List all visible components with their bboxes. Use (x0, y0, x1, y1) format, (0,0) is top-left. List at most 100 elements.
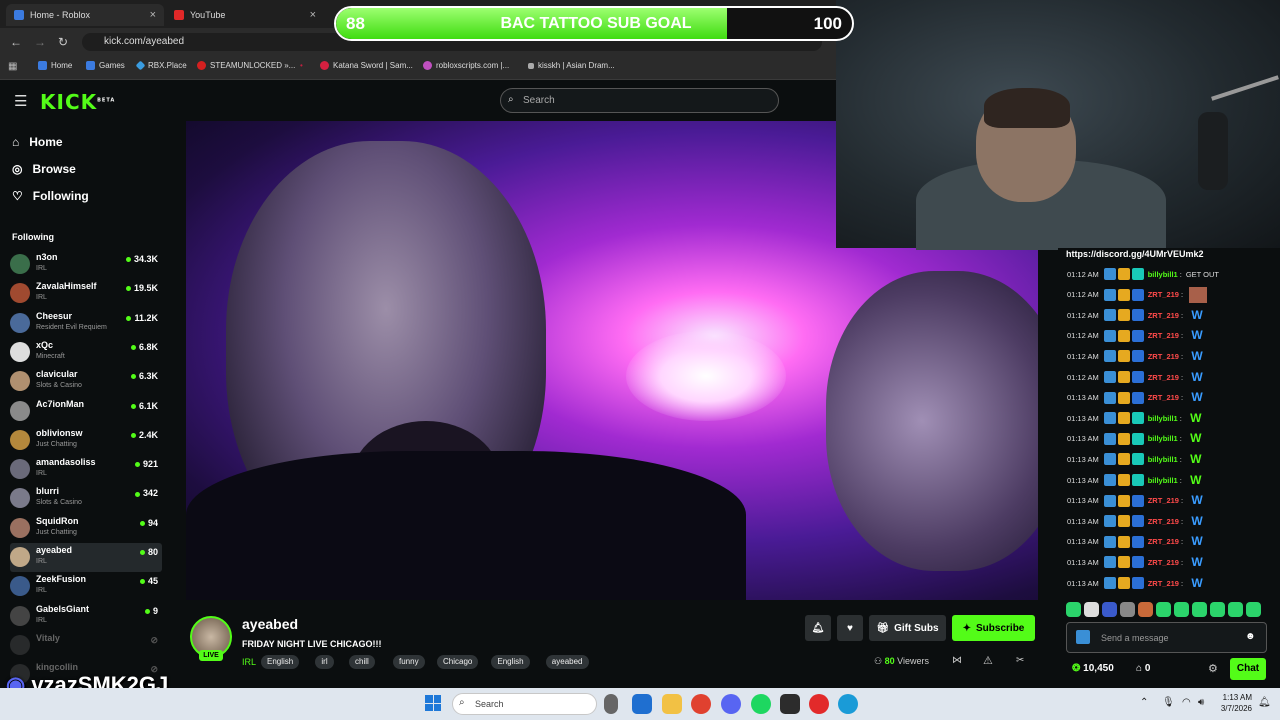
chat-username[interactable]: ZRT_219 (1148, 373, 1179, 382)
tray-chevron-icon[interactable]: ⌃ (1140, 697, 1148, 708)
chat-message[interactable]: 01:12 AM ZRT_219: W (1067, 326, 1205, 346)
chat-message[interactable]: 01:13 AM ZRT_219: W (1067, 532, 1205, 552)
taskbar-search-input[interactable]: Search (452, 693, 597, 715)
sidebar-following-item[interactable]: clavicular Slots & Casino 6.3K (10, 367, 162, 396)
emote-icon[interactable] (1102, 602, 1117, 617)
emote-icon[interactable] (1084, 602, 1099, 617)
chat-send-button[interactable]: Chat (1230, 658, 1266, 680)
stream-tag[interactable]: ayeabed (545, 655, 589, 669)
spotify-icon[interactable] (751, 694, 771, 714)
chat-username[interactable]: ZRT_219 (1148, 352, 1179, 361)
chat-message[interactable]: 01:12 AM ZRT_219: W (1067, 305, 1205, 325)
tab-roblox[interactable]: Home - Roblox × (6, 4, 164, 26)
reload-icon[interactable]: ↻ (58, 35, 68, 49)
sidebar-following-item[interactable]: n3on IRL 34.3K (10, 250, 162, 279)
bookmark-kisskh[interactable]: kisskh | Asian Dram... (528, 61, 615, 70)
chat-username[interactable]: billybill1 (1148, 434, 1178, 443)
stream-category[interactable]: IRL (242, 657, 256, 667)
sidebar-following-item[interactable]: oblivionsw Just Chatting 2.4K (10, 426, 162, 455)
stream-tag[interactable]: English (491, 655, 530, 669)
gift-subs-button[interactable]: 🎁︎ Gift Subs (869, 615, 946, 641)
sidebar-following-item[interactable]: ayeabed IRL 80 (10, 543, 162, 572)
sidebar-following-item[interactable]: amandasoliss IRL 921 (10, 455, 162, 484)
chat-username[interactable]: ZRT_219 (1148, 579, 1179, 588)
chat-message[interactable]: 01:12 AM ZRT_219: W (1067, 346, 1205, 366)
chat-username[interactable]: ZRT_219 (1148, 311, 1179, 320)
emote-icon[interactable] (1210, 602, 1225, 617)
bookmark-home[interactable]: Home (38, 61, 72, 70)
channel-points[interactable]: ❂ 10,450 (1072, 663, 1114, 674)
chat-username[interactable]: ZRT_219 (1148, 393, 1179, 402)
bookmark-katana[interactable]: Katana Sword | Sam... (320, 61, 413, 70)
channel-name[interactable]: ayeabed (242, 616, 298, 632)
chat-message[interactable]: 01:13 AM ZRT_219: W (1067, 552, 1205, 572)
close-tab-icon[interactable]: × (310, 9, 316, 21)
bookmark-robloxscripts[interactable]: robloxscripts.com |... (423, 61, 509, 70)
emote-icon[interactable] (1174, 602, 1189, 617)
clip-icon[interactable]: ✂ (1016, 655, 1024, 666)
chat-message[interactable]: 01:13 AM billybill1: W (1067, 449, 1204, 469)
emote-icon[interactable] (1066, 602, 1081, 617)
chat-username[interactable]: billybill1 (1148, 455, 1178, 464)
chat-message[interactable]: 01:13 AM ZRT_219: W (1067, 573, 1205, 593)
chat-message[interactable]: 01:13 AM ZRT_219: W (1067, 491, 1205, 511)
chrome-icon[interactable] (691, 694, 711, 714)
sidebar-following-item[interactable]: xQc Minecraft 6.8K (10, 338, 162, 367)
emoji-picker-icon[interactable]: ☻ (1245, 631, 1256, 642)
sidebar-following-item[interactable]: ZavalaHimself IRL 19.5K (10, 279, 162, 308)
chat-settings-gear-icon[interactable]: ⚙ (1208, 662, 1218, 675)
sidebar-following-item[interactable]: Vitaly ⊘ (10, 631, 162, 660)
chat-username[interactable]: ZRT_219 (1148, 537, 1179, 546)
mouse-app-icon[interactable] (604, 694, 618, 714)
sidebar-following-item[interactable]: ZeekFusion IRL 45 (10, 572, 162, 601)
notification-bell-button[interactable]: 🔔︎ (805, 615, 831, 641)
app-icon[interactable] (780, 694, 800, 714)
tab-youtube[interactable]: YouTube × (166, 4, 324, 26)
chat-username[interactable]: ZRT_219 (1148, 496, 1179, 505)
widgets-icon[interactable] (632, 694, 652, 714)
wifi-icon[interactable]: ◠ (1182, 697, 1191, 708)
kick-search-input[interactable]: Search (500, 88, 779, 113)
emote-icon[interactable] (1156, 602, 1171, 617)
stream-tag[interactable]: irl (315, 655, 334, 669)
kick-logo[interactable]: KICKBETA (40, 90, 115, 114)
emote-icon[interactable] (1246, 602, 1261, 617)
stream-tag[interactable]: English (261, 655, 300, 669)
secondary-points[interactable]: ⌂ 0 (1136, 663, 1150, 674)
notification-icon[interactable]: 🔔︎ (1258, 697, 1271, 708)
close-tab-icon[interactable]: × (150, 9, 156, 21)
pinned-discord-link[interactable]: https://discord.gg/4UMrVEUmk2 (1066, 249, 1204, 259)
share-icon[interactable]: ⋈ (952, 655, 962, 666)
emote-icon[interactable] (1228, 602, 1243, 617)
sidebar-nav-home[interactable]: ⌂ Home (12, 135, 63, 149)
windows-start-icon[interactable] (425, 695, 441, 711)
emote-icon[interactable] (1192, 602, 1207, 617)
bookmark-steamunlocked[interactable]: STEAMUNLOCKED »... (197, 61, 295, 70)
chat-username[interactable]: billybill1 (1148, 270, 1178, 279)
chat-username[interactable]: billybill1 (1148, 476, 1178, 485)
taskbar-clock[interactable]: 1:13 AM 3/7/2026 (1216, 692, 1252, 714)
stream-tag[interactable]: Chicago (437, 655, 479, 669)
chat-username[interactable]: ZRT_219 (1148, 290, 1179, 299)
sidebar-following-item[interactable]: SquidRon Just Chatting 94 (10, 514, 162, 543)
subscribe-button[interactable]: ✦ Subscribe (952, 615, 1035, 641)
sidebar-nav-browse[interactable]: ◎ Browse (12, 162, 76, 176)
sidebar-following-item[interactable]: blurri Slots & Casino 342 (10, 484, 162, 513)
volume-icon[interactable]: 🔊︎ (1198, 697, 1204, 708)
chat-message[interactable]: 01:13 AM ZRT_219: W (1067, 388, 1205, 408)
edge-icon[interactable] (838, 694, 858, 714)
chat-message[interactable]: 01:13 AM billybill1: W (1067, 408, 1204, 428)
sidebar-following-item[interactable]: Cheesur Resident Evil Requiem 11.2K (10, 309, 162, 338)
stream-tag[interactable]: funny (393, 655, 425, 669)
chat-username[interactable]: ZRT_219 (1148, 517, 1179, 526)
file-explorer-icon[interactable] (662, 694, 682, 714)
opera-icon[interactable] (809, 694, 829, 714)
chat-username[interactable]: billybill1 (1148, 414, 1178, 423)
apps-grid-icon[interactable]: ▦ (8, 61, 17, 72)
chat-message[interactable]: 01:13 AM ZRT_219: W (1067, 511, 1205, 531)
chat-message[interactable]: 01:13 AM billybill1: W (1067, 429, 1204, 449)
chat-message[interactable]: 01:12 AM billybill1: GET OUT (1067, 264, 1219, 284)
sidebar-following-item[interactable]: Ac7ionMan 6.1K (10, 397, 162, 426)
chat-message-input[interactable]: Send a message (1066, 622, 1267, 653)
forward-arrow-icon[interactable]: → (34, 35, 46, 49)
